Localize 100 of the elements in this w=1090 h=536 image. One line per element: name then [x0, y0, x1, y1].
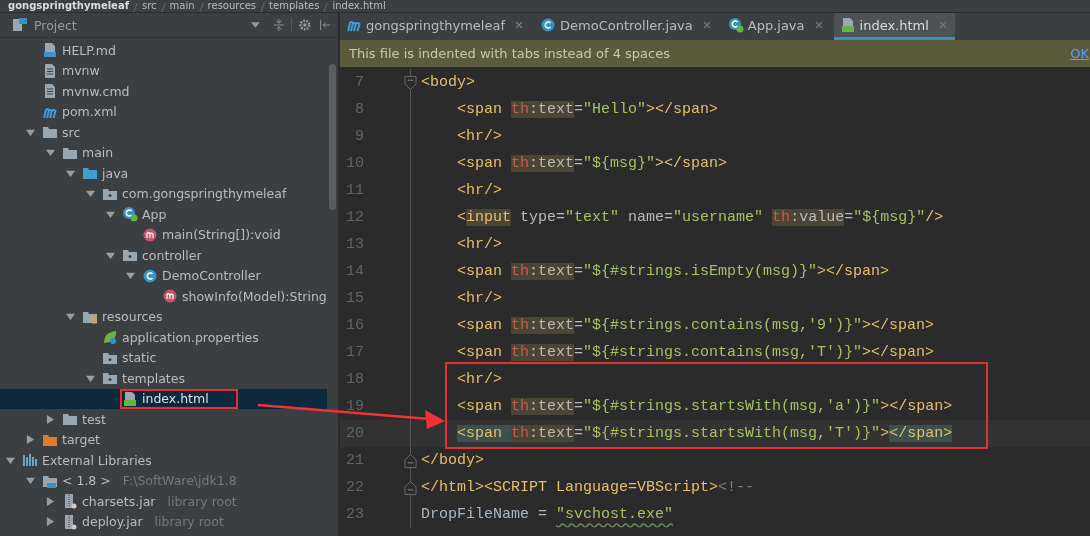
caret-right-icon[interactable]	[45, 414, 55, 424]
caret-down-icon[interactable]	[25, 127, 35, 137]
tree-item[interactable]: showInfo(Model):String	[0, 286, 327, 307]
code-line: <span th:text="${#strings.startsWith(msg,'a')}"></span>	[457, 398, 953, 415]
line-number: 11	[345, 182, 364, 199]
settings-icon[interactable]	[298, 18, 313, 32]
libraries-icon	[22, 452, 38, 469]
editor-tab[interactable]: gongspringthymeleaf	[340, 13, 531, 40]
line-number: 13	[345, 236, 364, 253]
caret-right-icon[interactable]	[45, 496, 55, 506]
code-line: <span th:text="${#strings.isEmpty(msg)}"></span>	[457, 263, 890, 280]
code-line: <span th:text="${msg}"></span>	[457, 155, 728, 172]
tree-item[interactable]: External Libraries	[0, 450, 327, 471]
line-number: 8	[354, 101, 364, 118]
code-line: </html><SCRIPT Language=VBScript><!--	[421, 479, 755, 496]
leaf-icon	[102, 329, 118, 346]
jar-icon	[62, 493, 78, 510]
tree-item[interactable]: HELP.md	[0, 40, 327, 61]
caret-down-icon[interactable]	[85, 189, 95, 199]
tree-item[interactable]: static	[0, 347, 327, 368]
html-file-icon	[839, 17, 856, 33]
caret-down-icon[interactable]	[85, 373, 95, 383]
breadcrumb-item[interactable]: index.html	[332, 0, 386, 12]
tree-item[interactable]: resources	[0, 306, 327, 327]
code-line: <body>	[421, 74, 475, 91]
editor-tab[interactable]: index.html	[833, 13, 955, 40]
collapse-all-icon[interactable]	[271, 18, 286, 32]
tree-item[interactable]: deploy.jar library root	[0, 511, 327, 532]
text-file-icon	[42, 62, 58, 79]
jar-icon	[62, 513, 78, 530]
tree-item[interactable]: index.html	[0, 388, 327, 409]
hide-panel-icon[interactable]	[318, 18, 332, 32]
tree-item[interactable]: com.gongspringthymeleaf	[0, 183, 327, 204]
tree-item[interactable]: application.properties	[0, 327, 327, 348]
code-line: <span th:text="${#strings.startsWith(msg,'T')}"></span>	[457, 425, 953, 442]
line-number: 12	[345, 209, 364, 226]
tree-item[interactable]: main	[0, 142, 327, 163]
folder-icon	[82, 165, 98, 182]
tree-item[interactable]: controller	[0, 245, 327, 266]
line-number: 22	[345, 479, 364, 496]
html-file-icon	[122, 390, 138, 407]
tree-item[interactable]: java	[0, 163, 327, 184]
fold-marker-icon[interactable]	[404, 479, 417, 496]
code-line: <span th:text="Hello"></span>	[457, 101, 719, 118]
code-line: <hr/>	[457, 290, 502, 307]
folder-icon	[62, 411, 78, 428]
line-number: 15	[345, 290, 364, 307]
tree-item[interactable]: < 1.8 > F:\SoftWare\jdk1.8	[0, 470, 327, 491]
line-number: 10	[345, 155, 364, 172]
package-folder-icon	[102, 370, 118, 387]
code-line: <hr/>	[457, 182, 502, 199]
caret-down-icon[interactable]	[25, 476, 35, 486]
tree-item[interactable]: pom.xml	[0, 101, 327, 122]
tree-item[interactable]: src	[0, 122, 327, 143]
fold-marker-icon[interactable]	[404, 452, 417, 469]
tree-item[interactable]: test	[0, 409, 327, 430]
breadcrumb-item[interactable]: resources	[207, 0, 257, 12]
scrollbar-thumb[interactable]	[329, 64, 336, 210]
editor-tab[interactable]: App.java	[721, 13, 831, 40]
caret-down-icon[interactable]	[125, 271, 135, 281]
line-number: 7	[354, 74, 364, 91]
caret-right-icon[interactable]	[45, 517, 55, 527]
line-number: 23	[345, 506, 364, 523]
tree-item[interactable]: target	[0, 429, 327, 450]
tree-item[interactable]: mvnw	[0, 60, 327, 81]
breadcrumb-item[interactable]: gongspringthymeleaf	[8, 0, 129, 12]
breadcrumb-item[interactable]: main	[169, 0, 195, 12]
method-icon	[162, 288, 178, 305]
tree-item[interactable]: App	[0, 204, 327, 225]
fold-marker-icon[interactable]	[404, 74, 417, 91]
class-icon	[540, 17, 556, 33]
tree-item[interactable]: main(String[]):void	[0, 224, 327, 245]
caret-down-icon[interactable]	[105, 250, 115, 260]
line-number: 18	[345, 371, 364, 388]
tree-item[interactable]: mvnw.cmd	[0, 81, 327, 102]
panel-title[interactable]: Project	[34, 17, 77, 33]
caret-down-icon[interactable]	[5, 455, 15, 465]
folder-icon	[42, 124, 58, 141]
tree-item[interactable]: DemoController	[0, 265, 327, 286]
class-icon	[142, 267, 158, 284]
caret-down-icon[interactable]	[65, 312, 75, 322]
breadcrumb-item[interactable]: src	[142, 0, 157, 12]
dropdown-caret-icon[interactable]	[250, 22, 260, 28]
class-icon	[122, 206, 138, 223]
caret-down-icon[interactable]	[105, 209, 115, 219]
tree-item[interactable]: templates	[0, 368, 327, 389]
caret-right-icon[interactable]	[25, 435, 35, 445]
close-icon[interactable]	[702, 21, 711, 29]
close-icon[interactable]	[814, 21, 823, 29]
tree-item[interactable]: charsets.jar library root	[0, 491, 327, 512]
editor-tab[interactable]: DemoController.java	[534, 13, 719, 40]
code-line: <span th:text="${#strings.contains(msg,'T')}"></span>	[457, 344, 935, 361]
project-icon	[12, 17, 28, 33]
breadcrumb-item[interactable]: templates	[269, 0, 320, 12]
caret-down-icon[interactable]	[45, 148, 55, 158]
code-line: <hr/>	[457, 236, 502, 253]
close-icon[interactable]	[515, 21, 523, 29]
code-line: <hr/>	[457, 371, 502, 388]
code-line: <span th:text="${#strings.contains(msg,'9')}"></span>	[457, 317, 935, 334]
caret-down-icon[interactable]	[65, 168, 75, 178]
